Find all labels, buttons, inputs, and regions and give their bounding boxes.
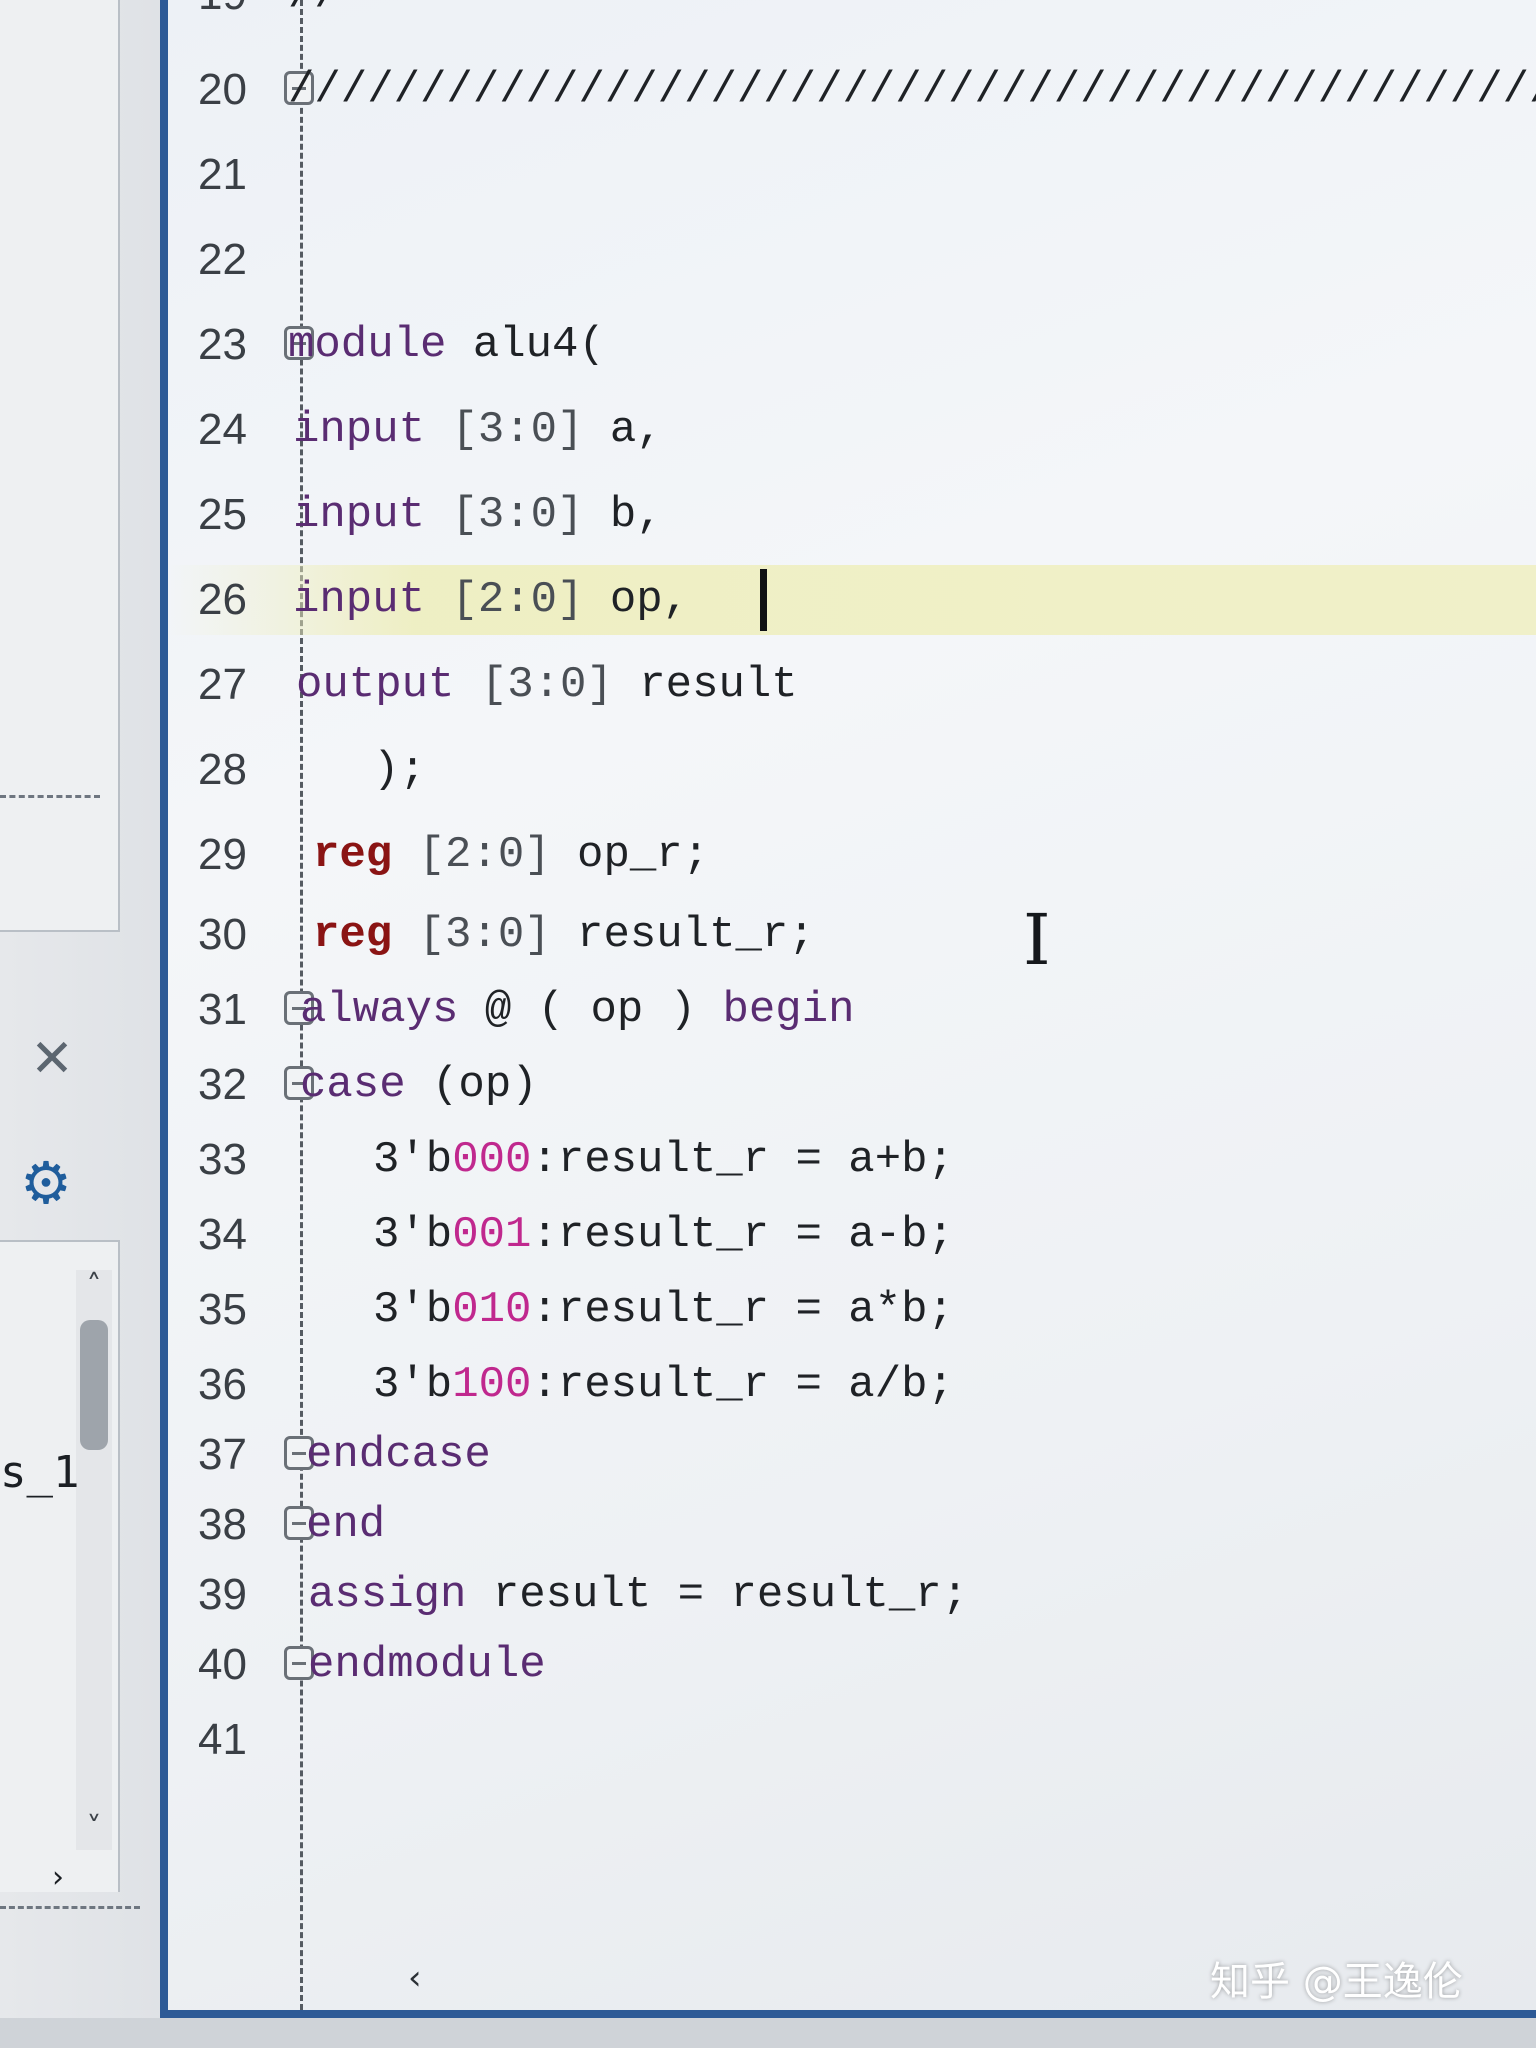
line-number: 27 (198, 660, 247, 709)
chevron-up-icon[interactable]: ˄ (76, 1270, 112, 1304)
code-line[interactable]: 25 input [3:0] b, (168, 480, 1536, 550)
code-line[interactable]: 31 always @ ( op ) begin (168, 975, 1536, 1045)
line-number: 35 (198, 1285, 247, 1334)
left-panel-item-label[interactable]: s_1 (0, 1448, 80, 1498)
left-panel-divider (0, 795, 100, 798)
code-text[interactable]: ////////////////////////////////////////… (288, 63, 1536, 117)
code-line[interactable]: 32 case (op) (168, 1050, 1536, 1120)
code-text[interactable]: endcase (306, 1428, 491, 1482)
line-number: 39 (198, 1570, 247, 1619)
code-line[interactable]: 26 input [2:0] op, (168, 565, 1536, 635)
code-line[interactable]: 35 3'b010:result_r = a*b; (168, 1275, 1536, 1345)
code-text[interactable]: // (288, 0, 341, 22)
text-caret (760, 569, 767, 631)
line-number: 20 (198, 65, 247, 114)
code-line[interactable]: 30 reg [3:0] result_r; (168, 900, 1536, 970)
left-panel-bottom-divider (0, 1906, 140, 1909)
line-number: 33 (198, 1135, 247, 1184)
text-cursor-ibeam-icon: I (1023, 899, 1051, 981)
code-text[interactable]: always @ ( op ) begin (300, 983, 855, 1037)
code-text[interactable]: input [3:0] a, (293, 403, 663, 457)
line-number: 26 (198, 575, 247, 624)
code-text[interactable]: end (306, 1498, 385, 1552)
chevron-down-icon[interactable]: ˅ (76, 1812, 112, 1846)
code-text[interactable]: module alu4( (288, 318, 605, 372)
line-number: 32 (198, 1060, 247, 1109)
code-text[interactable]: 3'b001:result_r = a-b; (373, 1208, 954, 1262)
line-number: 28 (198, 745, 247, 794)
watermark: 知乎 @王逸伦 (1210, 1959, 1463, 2005)
line-number: 36 (198, 1360, 247, 1409)
line-number: 38 (198, 1500, 247, 1549)
code-line[interactable]: 19// (168, 0, 1536, 30)
code-line[interactable]: 33 3'b000:result_r = a+b; (168, 1125, 1536, 1195)
code-text[interactable]: reg [2:0] op_r; (313, 828, 709, 882)
code-text[interactable]: 3'b010:result_r = a*b; (373, 1283, 954, 1337)
code-text[interactable]: ); (373, 743, 426, 797)
left-panel-upper-pane (0, 0, 120, 932)
code-text[interactable]: reg [3:0] result_r; (313, 908, 815, 962)
code-line[interactable]: 27 output [3:0] result (168, 650, 1536, 720)
code-line[interactable]: 40 endmodule (168, 1630, 1536, 1700)
code-text[interactable]: endmodule (308, 1638, 546, 1692)
code-text[interactable]: case (op) (300, 1058, 538, 1112)
code-editor[interactable]: 19//20//////////////////////////////////… (160, 0, 1536, 2018)
code-line[interactable]: 28); (168, 735, 1536, 805)
scrollbar-thumb[interactable] (80, 1320, 108, 1450)
close-icon[interactable]: ✕ (28, 1033, 76, 1085)
gear-icon[interactable]: ⚙ (18, 1154, 74, 1212)
line-number: 22 (198, 235, 247, 284)
code-line[interactable]: 22 (168, 225, 1536, 295)
code-line[interactable]: 24 input [3:0] a, (168, 395, 1536, 465)
line-number: 21 (198, 150, 247, 199)
line-number: 37 (198, 1430, 247, 1479)
line-number: 30 (198, 910, 247, 959)
left-side-panel: ✕ ⚙ ˄ ˅ s_1 › (0, 0, 162, 2048)
code-line[interactable]: 34 3'b001:result_r = a-b; (168, 1200, 1536, 1270)
code-line[interactable]: 38 end (168, 1490, 1536, 1560)
code-text[interactable]: input [2:0] op, (293, 573, 689, 627)
code-line[interactable]: 37 endcase (168, 1420, 1536, 1490)
line-number: 24 (198, 405, 247, 454)
code-text[interactable]: 3'b100:result_r = a/b; (373, 1358, 954, 1412)
chevron-left-icon[interactable]: ‹ (408, 1958, 438, 1998)
line-number: 31 (198, 985, 247, 1034)
code-line[interactable]: 23 module alu4( (168, 310, 1536, 380)
code-line[interactable]: 20 //////////////////////////////////////… (168, 55, 1536, 125)
screen: ✕ ⚙ ˄ ˅ s_1 › 19//20////////////////////… (0, 0, 1536, 2048)
code-line[interactable]: 21 (168, 140, 1536, 210)
code-line[interactable]: 41 (168, 1705, 1536, 1775)
code-text[interactable]: output [3:0] result (296, 658, 798, 712)
line-number: 29 (198, 830, 247, 879)
line-number: 41 (198, 1715, 247, 1764)
code-line[interactable]: 39 assign result = result_r; (168, 1560, 1536, 1630)
line-number: 23 (198, 320, 247, 369)
code-line[interactable]: 29 reg [2:0] op_r; (168, 820, 1536, 890)
code-text[interactable]: 3'b000:result_r = a+b; (373, 1133, 954, 1187)
bottom-strip (0, 2018, 1536, 2048)
line-number: 19 (198, 0, 288, 22)
line-number: 40 (198, 1640, 247, 1689)
code-text[interactable]: assign result = result_r; (308, 1568, 968, 1622)
line-number: 34 (198, 1210, 247, 1259)
code-text[interactable]: input [3:0] b, (293, 488, 663, 542)
chevron-right-icon[interactable]: › (52, 1860, 82, 1896)
line-number: 25 (198, 490, 247, 539)
code-line[interactable]: 36 3'b100:result_r = a/b; (168, 1350, 1536, 1420)
